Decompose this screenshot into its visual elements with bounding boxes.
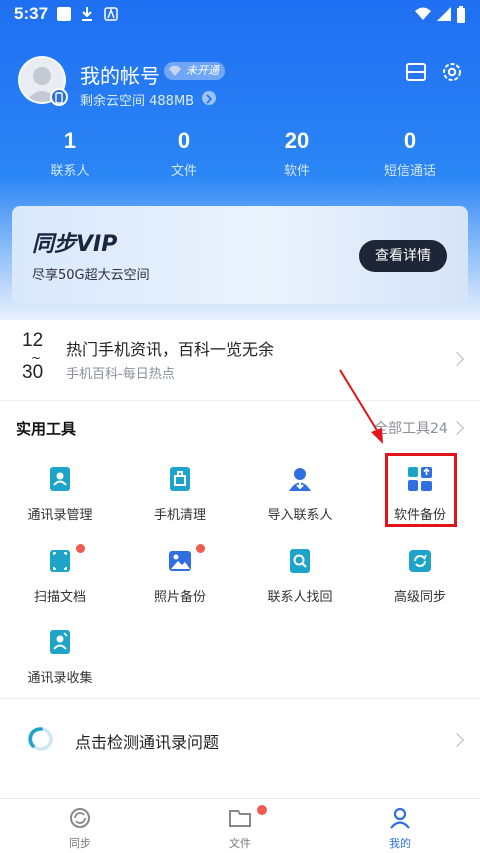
nav-label: 文件 xyxy=(229,837,251,850)
wifi-icon xyxy=(414,6,432,27)
vip-status-text: 未开通 xyxy=(186,64,219,77)
stat-value: 0 xyxy=(403,128,417,153)
chevron-right-icon xyxy=(449,732,465,748)
stat-value: 20 xyxy=(284,128,310,153)
cloud-space-arrow-icon[interactable] xyxy=(202,91,216,105)
tool-photo-backup[interactable]: 照片备份 xyxy=(120,544,240,618)
tool-advanced-sync[interactable]: 高级同步 xyxy=(360,548,480,618)
tool-phone-clean[interactable]: 手机清理 xyxy=(120,466,240,536)
stat-files[interactable]: 0 文件 xyxy=(124,128,244,179)
diamond-icon xyxy=(168,65,182,83)
contact-recover-icon xyxy=(287,548,313,574)
notification-square-icon xyxy=(56,6,72,27)
divider xyxy=(0,400,480,401)
tool-label: 照片备份 xyxy=(153,590,206,605)
stat-value: 0 xyxy=(177,128,191,153)
tool-label: 通讯录管理 xyxy=(27,508,93,523)
stat-label: 联系人 xyxy=(50,164,90,179)
nav-tab-files[interactable]: 文件 xyxy=(160,799,320,853)
detect-contacts-row[interactable]: 点击检测通讯录问题 xyxy=(0,712,480,768)
divider xyxy=(0,698,480,699)
account-name[interactable]: 我的帐号 xyxy=(80,60,160,89)
stat-contacts[interactable]: 1 联系人 xyxy=(10,128,130,179)
status-bar: 5:37 xyxy=(0,0,480,28)
nav-label: 我的 xyxy=(389,837,411,850)
battery-icon xyxy=(456,6,466,29)
notification-dot xyxy=(76,544,85,553)
scan-icon[interactable] xyxy=(404,60,428,84)
sync-icon xyxy=(68,806,92,830)
bottom-nav: 同步 文件 我的 xyxy=(0,798,480,852)
nav-tab-sync[interactable]: 同步 xyxy=(0,799,160,853)
folder-icon xyxy=(228,806,252,830)
scan-document-icon xyxy=(47,548,73,574)
phone-badge-icon xyxy=(50,88,68,106)
tool-scan-document[interactable]: 扫描文档 xyxy=(0,544,120,618)
all-tools-link[interactable]: 全部工具24 xyxy=(374,418,448,438)
highlight-box xyxy=(385,453,457,527)
vip-card[interactable]: 同步VIP 尽享50G超大云空间 查看详情 xyxy=(12,206,468,304)
vip-status-badge[interactable]: 未开通 xyxy=(164,62,225,80)
news-subtitle: 手机百科-每日热点 xyxy=(66,367,175,382)
tool-label: 通讯录收集 xyxy=(27,671,93,686)
tools-heading: 实用工具 xyxy=(16,420,77,438)
stat-label: 软件 xyxy=(283,164,310,179)
phone-clean-icon xyxy=(167,466,193,492)
download-icon xyxy=(80,6,94,27)
tool-import-contacts[interactable]: 导入联系人 xyxy=(240,466,360,536)
stat-value: 1 xyxy=(63,128,77,153)
settings-gear-icon[interactable] xyxy=(440,60,464,84)
news-date-top: 12 xyxy=(22,330,44,351)
nav-tab-mine[interactable]: 我的 xyxy=(320,799,480,853)
font-a-icon xyxy=(104,6,118,27)
tool-contacts-collect[interactable]: 通讯录收集 xyxy=(0,629,120,699)
news-row[interactable]: 12 ~ 30 热门手机资讯，百科一览无余 手机百科-每日热点 xyxy=(0,318,480,400)
vip-card-title: 同步VIP xyxy=(32,232,118,257)
view-details-button[interactable]: 查看详情 xyxy=(359,240,447,272)
vip-card-subtitle: 尽享50G超大云空间 xyxy=(32,268,150,283)
status-time: 5:37 xyxy=(14,4,49,23)
contacts-collect-icon xyxy=(47,629,73,655)
chevron-right-icon[interactable] xyxy=(449,420,465,436)
tool-contact-recover[interactable]: 联系人找回 xyxy=(240,548,360,618)
stat-label: 短信通话 xyxy=(383,164,436,179)
tool-label: 联系人找回 xyxy=(267,590,333,605)
cloud-space-text[interactable]: 剩余云空间 488MB xyxy=(80,90,194,109)
tool-label: 手机清理 xyxy=(153,508,206,523)
profile-icon xyxy=(388,806,412,830)
loading-spinner-icon xyxy=(28,726,54,752)
photo-backup-icon xyxy=(167,548,193,574)
detect-contacts-text: 点击检测通讯录问题 xyxy=(75,733,220,752)
stat-label: 文件 xyxy=(170,164,197,179)
tool-label: 扫描文档 xyxy=(33,590,86,605)
stat-sms-calls[interactable]: 0 短信通话 xyxy=(350,128,470,179)
import-contact-icon xyxy=(287,466,313,492)
notification-dot xyxy=(196,544,205,553)
tool-contacts-manage[interactable]: 通讯录管理 xyxy=(0,466,120,536)
stat-apps[interactable]: 20 软件 xyxy=(237,128,357,179)
contacts-book-icon xyxy=(47,466,73,492)
news-title: 热门手机资讯，百科一览无余 xyxy=(66,340,275,359)
notification-dot xyxy=(257,805,267,815)
tool-label: 高级同步 xyxy=(393,590,446,605)
nav-label: 同步 xyxy=(69,837,91,850)
signal-icon xyxy=(436,6,452,27)
news-date-bottom: 30 xyxy=(22,362,44,383)
tool-label: 导入联系人 xyxy=(267,508,333,523)
chevron-right-icon xyxy=(449,351,465,367)
advanced-sync-icon xyxy=(407,548,433,574)
